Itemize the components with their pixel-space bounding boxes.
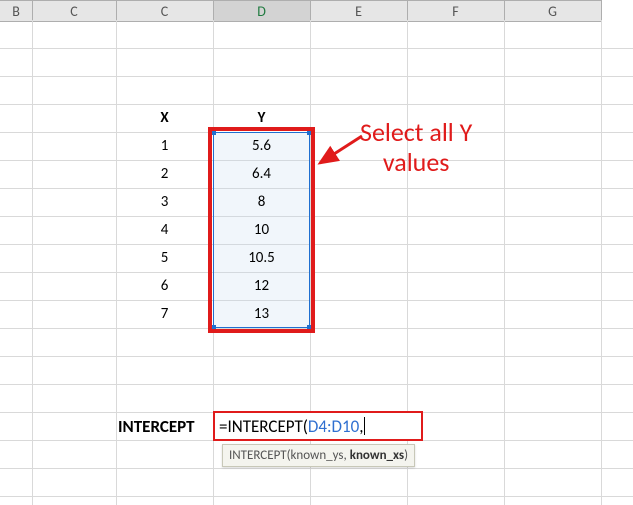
cell-x-5-text: 5	[161, 249, 169, 267]
formula-row-label: INTERCEPT	[118, 416, 195, 437]
tooltip-fn: INTERCEPT(	[229, 448, 291, 463]
cell-y-4-text: 10	[254, 221, 269, 239]
cell-header-y-text: Y	[258, 109, 266, 127]
cell-x-6[interactable]: 6	[116, 272, 213, 300]
cell-y-3-text: 8	[258, 193, 266, 211]
colhdr-E[interactable]: E	[310, 0, 407, 22]
cell-y-7[interactable]: 13	[213, 300, 310, 328]
colhdr-D-text: D	[257, 3, 266, 20]
colhdr-F[interactable]: F	[407, 0, 504, 22]
cell-y-6-text: 12	[254, 277, 269, 295]
cell-y-6[interactable]: 12	[213, 272, 310, 300]
tooltip-arg1: known_ys	[291, 448, 344, 463]
tooltip-arg2: known_xs	[350, 448, 404, 463]
formula-prefix: =INTERCEPT(	[219, 416, 308, 437]
cell-y-2-text: 6.4	[252, 165, 271, 183]
cell-y-5-text: 10.5	[248, 249, 275, 267]
annotation-text-line2: values	[360, 148, 472, 178]
cell-y-3[interactable]: 8	[213, 188, 310, 216]
formula-suffix: ,	[359, 416, 363, 437]
colhdr-G[interactable]: G	[504, 0, 601, 22]
cell-x-7-text: 7	[161, 305, 169, 323]
cell-y-1[interactable]: 5.6	[213, 132, 310, 160]
colhdr-F-text: F	[452, 3, 458, 20]
cell-header-x[interactable]: X	[116, 104, 213, 132]
cell-x-4[interactable]: 4	[116, 216, 213, 244]
cell-x-1-text: 1	[161, 137, 169, 155]
colhdr-D[interactable]: D	[213, 0, 310, 22]
formula-tooltip: INTERCEPT(known_ys, known_xs)	[222, 444, 415, 467]
colhdr-B[interactable]: B	[0, 0, 32, 22]
spreadsheet-viewport: B C C B B C D E F G X Y	[0, 0, 633, 505]
cell-y-2[interactable]: 6.4	[213, 160, 310, 188]
annotation-text-line1: Select all Y	[360, 118, 472, 148]
cell-y-7-text: 13	[254, 305, 269, 323]
cell-x-1[interactable]: 1	[116, 132, 213, 160]
colhdr-C[interactable]: C	[116, 0, 213, 22]
cell-header-x-text: X	[160, 109, 168, 127]
colhdr-E-text: E	[355, 3, 362, 20]
colhdr-B-text: B	[12, 3, 20, 20]
cell-x-3-text: 3	[161, 193, 169, 211]
cell-x-6-text: 6	[161, 277, 169, 295]
text-caret	[364, 417, 365, 435]
cell-x-5[interactable]: 5	[116, 244, 213, 272]
col-header-C[interactable]: C	[32, 0, 116, 22]
cell-y-4[interactable]: 10	[213, 216, 310, 244]
tooltip-close: )	[404, 448, 408, 463]
colhdr-G-text: G	[548, 3, 557, 20]
formula-range-ref: D4:D10	[308, 416, 359, 437]
cell-x-2-text: 2	[161, 165, 169, 183]
cell-x-7[interactable]: 7	[116, 300, 213, 328]
cell-x-4-text: 4	[161, 221, 169, 239]
annotation-text: Select all Y values	[360, 118, 472, 178]
colhdr-C-text: C	[161, 3, 168, 20]
cell-y-1-text: 5.6	[252, 137, 271, 155]
cell-header-y[interactable]: Y	[213, 104, 310, 132]
formula-input-cell[interactable]: =INTERCEPT(D4:D10,	[213, 411, 423, 441]
cell-x-2[interactable]: 2	[116, 160, 213, 188]
cell-x-3[interactable]: 3	[116, 188, 213, 216]
cell-y-5[interactable]: 10.5	[213, 244, 310, 272]
